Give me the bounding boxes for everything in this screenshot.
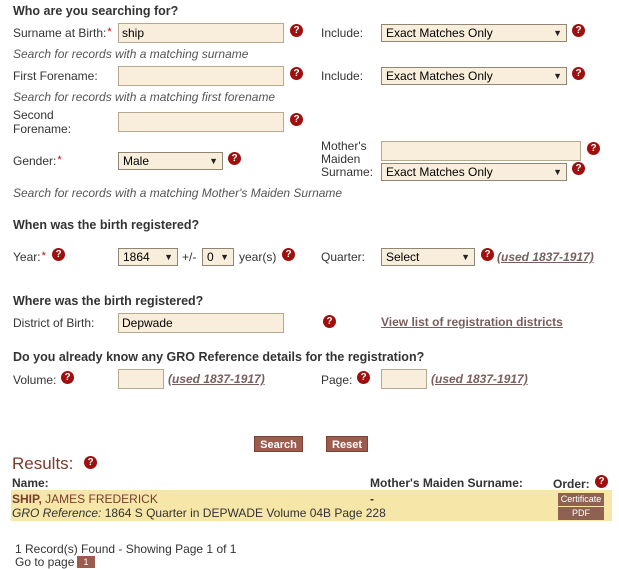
quarter-label: Quarter: — [321, 250, 366, 264]
col-order-header: Order: — [553, 477, 590, 491]
reset-button[interactable]: Reset — [326, 436, 368, 452]
section-heading-who: Who are you searching for? — [13, 4, 179, 18]
help-icon[interactable]: ? — [228, 152, 241, 165]
col-mmn-header: Mother's Maiden Surname: — [370, 476, 523, 490]
district-input[interactable]: Depwade — [118, 313, 284, 333]
help-icon[interactable]: ? — [290, 113, 303, 126]
range-value: 0 — [207, 250, 214, 264]
surname-label-text: Surname at Birth: — [13, 26, 107, 40]
surname-hint: Search for records with a matching surna… — [13, 47, 249, 61]
result-gro-label: GRO Reference: — [12, 506, 102, 520]
surname-include-label: Include: — [321, 26, 364, 40]
year-label: Year:* — [13, 250, 46, 264]
surname-input[interactable]: ship — [118, 23, 284, 43]
mmn-label-line2: Maiden — [321, 152, 361, 166]
volume-used-link[interactable]: (used 1837-1917) — [168, 372, 265, 386]
quarter-used-link[interactable]: (used 1837-1917) — [497, 250, 594, 264]
surname-include-select[interactable]: Exact Matches Only ▼ — [381, 24, 567, 42]
section-heading-gro: Do you already know any GRO Reference de… — [13, 350, 425, 364]
gender-select[interactable]: Male ▼ — [118, 152, 223, 170]
result-mmn: - — [370, 492, 374, 506]
mmn-label-line3: Surname: — [321, 165, 374, 179]
range-select[interactable]: 0 ▼ — [202, 248, 234, 266]
help-icon[interactable]: ? — [572, 162, 585, 175]
mmn-label: Mother's Maiden Surname: — [321, 140, 373, 179]
chevron-down-icon: ▼ — [164, 252, 173, 262]
help-icon[interactable]: ? — [61, 371, 74, 384]
chevron-down-icon: ▼ — [553, 71, 562, 81]
help-icon[interactable]: ? — [481, 248, 494, 261]
forename1-include-value: Exact Matches Only — [386, 69, 493, 83]
forename2-label-line2: Forename: — [13, 122, 72, 136]
mmn-hint: Search for records with a matching Mothe… — [13, 186, 343, 200]
gender-label: Gender:* — [13, 154, 62, 168]
chevron-down-icon: ▼ — [553, 167, 562, 177]
result-gro-text: 1864 S Quarter in DEPWADE Volume 04B Pag… — [104, 506, 386, 520]
help-icon[interactable]: ? — [52, 248, 65, 261]
year-value: 1864 — [123, 250, 150, 264]
years-label: year(s) — [239, 250, 277, 264]
required-marker: * — [57, 154, 62, 166]
year-select[interactable]: 1864 ▼ — [118, 248, 178, 266]
gender-value: Male — [123, 154, 150, 168]
surname-label: Surname at Birth:* — [13, 26, 112, 40]
result-name: SHIP, JAMES FREDERICK — [12, 492, 158, 506]
col-name-header: Name: — [12, 476, 49, 490]
gender-label-text: Gender: — [13, 154, 57, 168]
page-used-link[interactable]: (used 1837-1917) — [431, 372, 528, 386]
forename1-include-label: Include: — [321, 69, 364, 83]
help-icon[interactable]: ? — [357, 371, 370, 384]
help-icon[interactable]: ? — [290, 24, 303, 37]
chevron-down-icon: ▼ — [461, 252, 470, 262]
goto-page-label: Go to page — [15, 555, 75, 569]
forename2-label-line1: Second — [13, 108, 54, 122]
required-marker: * — [41, 250, 46, 262]
view-districts-link[interactable]: View list of registration districts — [381, 315, 563, 329]
help-icon[interactable]: ? — [290, 67, 303, 80]
records-found-text: 1 Record(s) Found - Showing Page 1 of 1 — [15, 542, 237, 556]
results-title: Results: — [12, 454, 74, 473]
volume-input[interactable] — [118, 369, 164, 389]
help-icon[interactable]: ? — [323, 315, 336, 328]
pdf-button[interactable]: PDF — [558, 507, 604, 520]
year-label-text: Year: — [13, 250, 41, 264]
help-icon[interactable]: ? — [587, 142, 600, 155]
quarter-select[interactable]: Select ▼ — [381, 248, 475, 266]
section-heading-where: Where was the birth registered? — [13, 294, 204, 308]
page-input[interactable] — [381, 369, 427, 389]
page-label: Page: — [321, 373, 353, 387]
mmn-label-line1: Mother's — [321, 139, 367, 153]
district-label: District of Birth: — [13, 316, 95, 330]
mmn-input[interactable] — [381, 141, 581, 161]
required-marker: * — [107, 26, 112, 38]
forename1-input[interactable] — [118, 66, 284, 86]
forename1-label: First Forename: — [13, 69, 98, 83]
page-1-button[interactable]: 1 — [77, 556, 95, 568]
help-icon[interactable]: ? — [572, 67, 585, 80]
help-icon[interactable]: ? — [282, 248, 295, 261]
section-heading-when: When was the birth registered? — [13, 218, 200, 232]
result-surname: SHIP, — [12, 492, 42, 506]
forename1-hint: Search for records with a matching first… — [13, 90, 276, 104]
search-button[interactable]: Search — [254, 436, 303, 452]
chevron-down-icon: ▼ — [553, 28, 562, 38]
forename2-label: Second Forename: — [13, 108, 71, 136]
volume-label: Volume: — [13, 373, 57, 387]
help-icon[interactable]: ? — [572, 24, 585, 37]
help-icon[interactable]: ? — [595, 475, 608, 488]
surname-include-value: Exact Matches Only — [386, 26, 493, 40]
plusminus-label: +/- — [182, 250, 197, 264]
quarter-value: Select — [386, 250, 420, 264]
result-gro-reference: GRO Reference: 1864 S Quarter in DEPWADE… — [12, 506, 386, 520]
chevron-down-icon: ▼ — [209, 156, 218, 166]
certificate-button[interactable]: Certificate — [558, 493, 604, 506]
result-forenames: JAMES FREDERICK — [45, 492, 158, 506]
help-icon[interactable]: ? — [84, 456, 97, 469]
forename1-include-select[interactable]: Exact Matches Only ▼ — [381, 67, 567, 85]
chevron-down-icon: ▼ — [220, 252, 229, 262]
mmn-include-select[interactable]: Exact Matches Only ▼ — [381, 163, 567, 181]
forename2-input[interactable] — [118, 112, 284, 132]
mmn-include-value: Exact Matches Only — [386, 165, 493, 179]
